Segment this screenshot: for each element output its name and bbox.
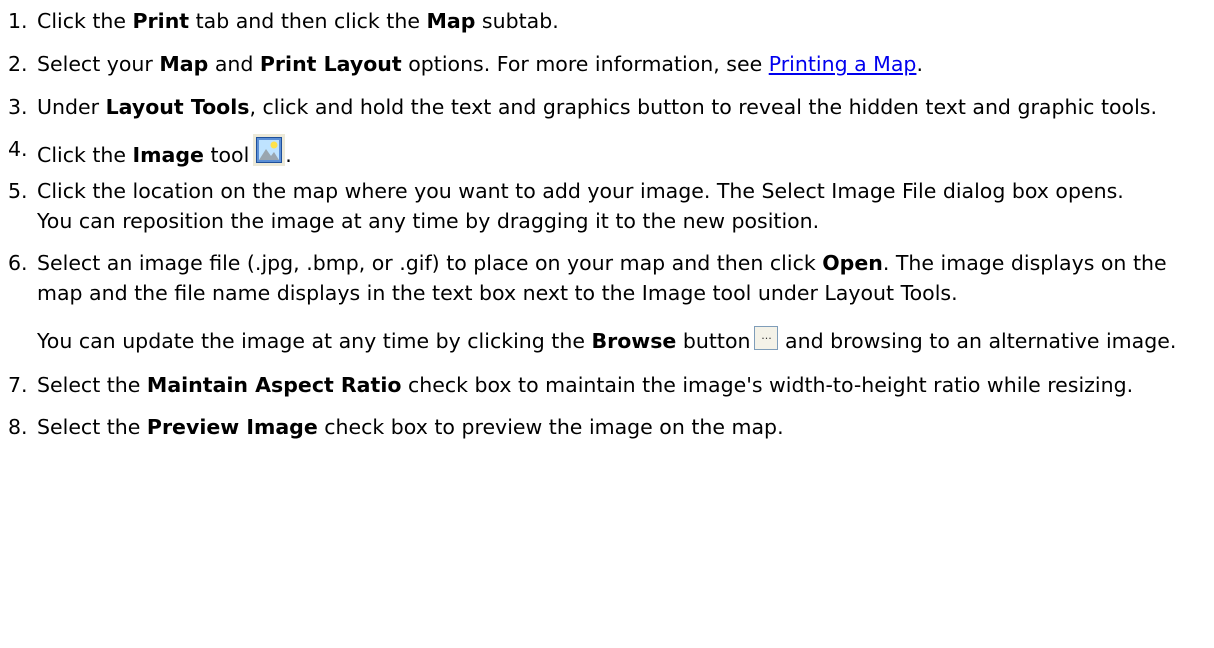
map-subtab-label: Map (426, 9, 476, 33)
step-5: 5. Click the location on the map where y… (0, 176, 1214, 236)
printing-a-map-link[interactable]: Printing a Map (769, 52, 917, 76)
instruction-steps: 1. Click the Print tab and then click th… (0, 0, 1214, 439)
step-text: Select the Maintain Aspect Ratio check b… (37, 373, 1134, 397)
step-text: Select an image file (.jpg, .bmp, or .gi… (37, 251, 1167, 305)
step-number: 2. (8, 52, 28, 76)
image-picture-icon (256, 137, 283, 163)
step-4: 4. Click the Image tool. (0, 134, 1214, 170)
step-2: 2. Select your Map and Print Layout opti… (0, 49, 1214, 79)
step-text: Click the Print tab and then click the M… (37, 9, 559, 33)
step-note: You can update the image at any time by … (37, 326, 1214, 356)
open-button-label: Open (822, 251, 883, 275)
step-number: 1. (8, 9, 28, 33)
step-text: Select your Map and Print Layout options… (37, 52, 923, 76)
step-3: 3. Under Layout Tools, click and hold th… (0, 92, 1214, 122)
browse-button-label: Browse (591, 329, 677, 353)
step-number: 6. (8, 251, 28, 275)
step-number: 8. (8, 415, 28, 439)
step-note: You can reposition the image at any time… (37, 209, 820, 233)
step-text: Click the Image tool. (37, 134, 1214, 170)
step-1: 1. Click the Print tab and then click th… (0, 6, 1214, 36)
step-text: Under Layout Tools, click and hold the t… (37, 95, 1157, 119)
step-8: 8. Select the Preview Image check box to… (0, 412, 1214, 442)
browse-button-icon: ... (754, 326, 779, 350)
step-7: 7. Select the Maintain Aspect Ratio chec… (0, 370, 1214, 400)
step-number: 7. (8, 373, 28, 397)
step-text: Click the location on the map where you … (37, 179, 1124, 203)
step-number: 3. (8, 95, 28, 119)
image-tool-icon (253, 134, 286, 166)
step-text: Select the Preview Image check box to pr… (37, 415, 784, 439)
print-tab-label: Print (132, 9, 190, 33)
step-number: 4. (8, 137, 28, 161)
step-6: 6. Select an image file (.jpg, .bmp, or … (0, 248, 1214, 356)
step-number: 5. (8, 179, 28, 203)
